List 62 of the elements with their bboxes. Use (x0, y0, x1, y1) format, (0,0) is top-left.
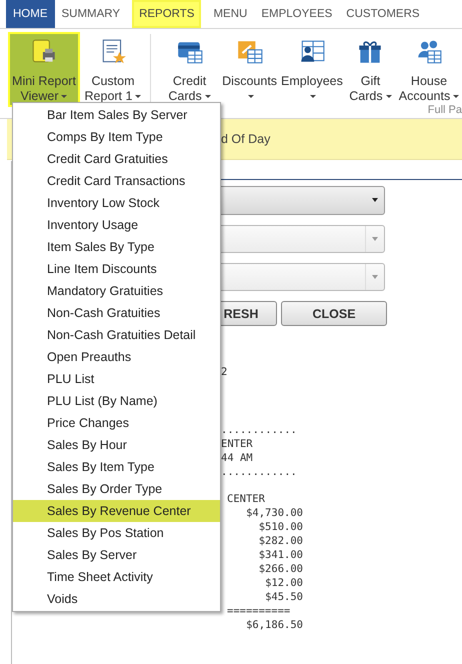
ribbon-tab[interactable]: EMPLOYEES (254, 0, 340, 28)
percent-table-icon (236, 38, 264, 66)
menu-item[interactable]: Sales By Item Type (13, 456, 220, 478)
caret-icon (386, 95, 392, 98)
menu-item[interactable]: PLU List (By Name) (13, 390, 220, 412)
ribbon-tab[interactable]: REPORTS (132, 0, 202, 28)
menu-item[interactable]: Inventory Usage (13, 214, 220, 236)
action-button[interactable]: CLOSE (281, 301, 387, 326)
amount-value: $282.00 (258, 534, 303, 548)
menu-item[interactable]: Mandatory Gratuities (13, 280, 220, 302)
report-line: ENTER (221, 437, 253, 451)
ribbon-button[interactable]: Credit Cards (159, 32, 220, 106)
menu-item[interactable]: Price Changes (13, 412, 220, 434)
report-heading: CENTER (227, 492, 265, 506)
ribbon-button[interactable]: Mini Report Viewer (8, 32, 80, 107)
ribbon-tab[interactable]: CUSTOMERS (339, 0, 427, 28)
caret-icon (135, 95, 142, 98)
menu-item[interactable]: Comps By Item Type (13, 126, 220, 148)
menu-item[interactable]: Credit Card Transactions (13, 170, 220, 192)
caret-icon (453, 95, 460, 98)
report-line: 2 (221, 365, 228, 379)
caret-icon (61, 95, 68, 98)
ribbon-tab[interactable]: HOME (6, 0, 54, 28)
caret-icon (310, 95, 316, 98)
menu-item[interactable]: Open Preauths (13, 346, 220, 368)
ribbon-tab[interactable]: SUMMARY (54, 0, 128, 28)
menu-item[interactable]: Bar Item Sales By Server (13, 104, 220, 126)
total-value: $6,186.50 (246, 618, 303, 632)
ribbon-button[interactable]: Employees (279, 32, 345, 106)
amount-value: $510.00 (258, 520, 303, 534)
menu-item[interactable]: Voids (13, 588, 220, 610)
banner-title: d Of Day (221, 132, 270, 146)
amount-value: $266.00 (258, 562, 303, 576)
report-line: ............ (221, 423, 297, 437)
ribbon-button[interactable]: Custom Report 1 (80, 32, 146, 107)
group-label: Full Pa (428, 104, 462, 116)
report-rule: ========== (227, 604, 290, 618)
menu-item[interactable]: Sales By Hour (13, 434, 220, 456)
menu-item[interactable]: Inventory Low Stock (13, 192, 220, 214)
menu-item[interactable]: Sales By Revenue Center (13, 500, 220, 522)
caret-icon (204, 95, 211, 98)
amount-value: $341.00 (258, 548, 303, 562)
menu-item[interactable]: PLU List (13, 368, 220, 390)
ribbon-button[interactable]: House Accounts (396, 32, 462, 106)
ribbon-tab[interactable]: MENU (206, 0, 254, 28)
amount-value: $4,730.00 (246, 506, 303, 520)
amount-value: $45.50 (265, 590, 303, 604)
caret-icon (248, 95, 254, 98)
report-line: 44 AM (221, 451, 253, 465)
menu-item[interactable]: Non-Cash Gratuities Detail (13, 324, 220, 346)
menu-item[interactable]: Time Sheet Activity (13, 566, 220, 588)
ribbon-button[interactable]: Discounts (220, 32, 280, 106)
menu-item[interactable]: Item Sales By Type (13, 236, 220, 258)
menu-item[interactable]: Credit Card Gratuities (13, 148, 220, 170)
report-line: ............ (221, 465, 297, 479)
ribbon-button[interactable]: Gift Cards (344, 32, 396, 106)
menu-item[interactable]: Sales By Order Type (13, 478, 220, 500)
menu-item[interactable]: Sales By Pos Station (13, 522, 220, 544)
menu-item[interactable]: Sales By Server (13, 544, 220, 566)
menu-item[interactable]: Line Item Discounts (13, 258, 220, 280)
amount-value: $12.00 (265, 576, 303, 590)
people-table-icon (415, 38, 443, 66)
